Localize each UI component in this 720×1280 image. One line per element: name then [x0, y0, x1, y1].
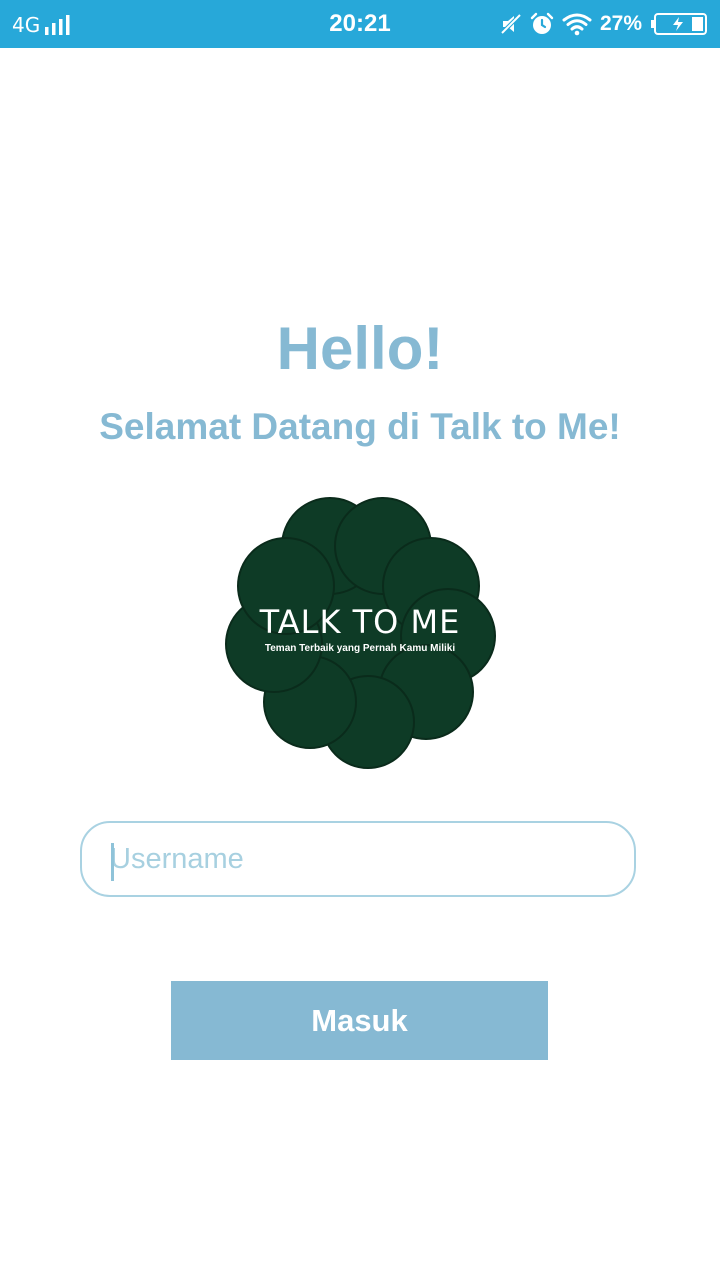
logo-title: TALK TO ME	[259, 603, 461, 641]
masuk-button[interactable]: Masuk	[171, 981, 548, 1060]
app-logo: TALK TO ME Teman Terbaik yang Pernah Kam…	[218, 494, 502, 776]
greeting-title: Hello!	[276, 315, 444, 382]
battery-percent: 27%	[599, 12, 642, 35]
username-field[interactable]	[80, 821, 636, 897]
status-bar: 4G 20:21 27%	[0, 0, 720, 48]
mute-icon	[500, 13, 522, 35]
battery-charging-icon	[650, 13, 708, 35]
status-icons: 27%	[500, 10, 708, 38]
username-input[interactable]	[110, 823, 610, 895]
text-cursor	[111, 843, 114, 881]
wifi-icon	[562, 12, 592, 36]
logo-tagline: Teman Terbaik yang Pernah Kamu Miliki	[264, 643, 456, 654]
alarm-icon	[530, 12, 554, 36]
welcome-subtitle: Selamat Datang di Talk to Me!	[99, 406, 621, 447]
